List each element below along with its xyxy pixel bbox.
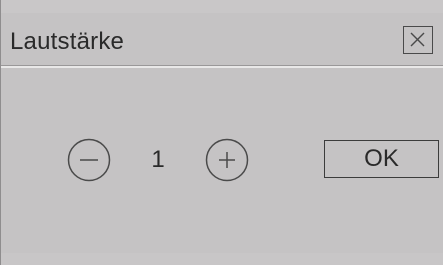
dialog-top-edge	[1, 0, 443, 13]
dialog-bottom-edge	[1, 253, 443, 265]
increase-volume-button[interactable]	[205, 138, 249, 182]
minus-circle-icon	[67, 138, 111, 182]
ok-button[interactable]: OK	[324, 140, 439, 178]
decrease-volume-button[interactable]	[67, 138, 111, 182]
volume-dialog: Lautstärke 1 OK	[0, 0, 443, 265]
ok-button-label: OK	[364, 145, 399, 172]
close-button[interactable]	[403, 26, 433, 54]
title-divider	[1, 65, 443, 68]
dialog-title: Lautstärke	[10, 28, 125, 55]
volume-value: 1	[151, 146, 165, 173]
close-icon	[410, 32, 425, 47]
plus-circle-icon	[205, 138, 249, 182]
